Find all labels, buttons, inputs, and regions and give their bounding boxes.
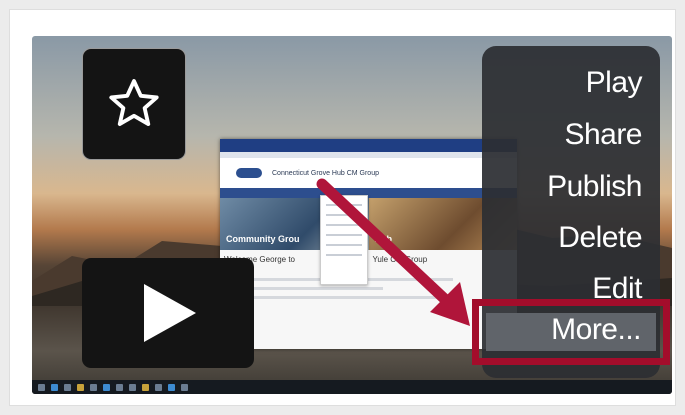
- favorite-button[interactable]: [82, 48, 186, 160]
- menu-item-share[interactable]: Share: [564, 118, 642, 152]
- menu-item-delete[interactable]: Delete: [558, 221, 642, 255]
- menu-item-publish[interactable]: Publish: [547, 170, 642, 204]
- site-logo: [236, 168, 262, 178]
- menu-item-more-highlight[interactable]: More...: [472, 299, 670, 365]
- windows-taskbar: [32, 380, 672, 394]
- hero-right-text: Hub: [374, 234, 393, 244]
- video-thumbnail[interactable]: Connecticut Grove Hub CM Group Community…: [32, 36, 672, 394]
- star-outline-icon: [109, 79, 159, 126]
- site-title: Connecticut Grove Hub CM Group: [272, 169, 379, 177]
- menu-item-play[interactable]: Play: [586, 66, 643, 100]
- dropdown-menu: [320, 195, 368, 285]
- play-icon: [144, 284, 196, 342]
- play-button[interactable]: [82, 258, 254, 368]
- hero-left-text: Community Grou: [226, 234, 300, 244]
- menu-item-more[interactable]: More...: [551, 313, 641, 347]
